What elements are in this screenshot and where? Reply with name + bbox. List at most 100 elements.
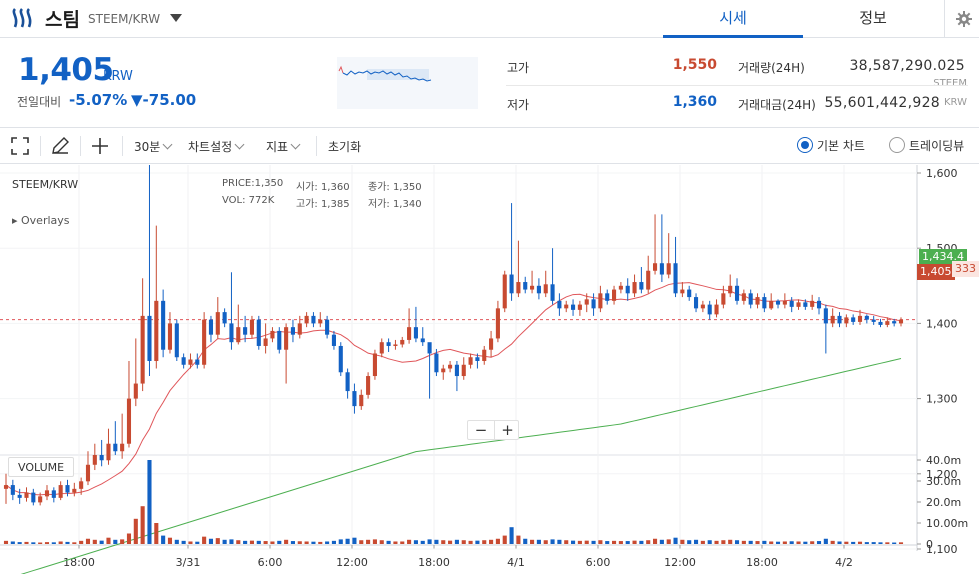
candle-body — [741, 293, 746, 301]
fullscreen-icon[interactable] — [10, 136, 30, 156]
candle-body — [748, 293, 753, 305]
volume-bar — [700, 540, 705, 544]
candle-body — [639, 282, 644, 290]
candle-body — [571, 304, 576, 310]
zoom-in-button[interactable]: + — [494, 421, 520, 439]
candle-body — [577, 304, 582, 310]
volume-bar — [851, 541, 856, 544]
candle-body — [65, 485, 70, 493]
volume-bar — [584, 540, 589, 544]
candle-body — [10, 485, 15, 495]
volume-tick-label: 10.00m — [926, 517, 968, 530]
volume-bar — [427, 539, 432, 544]
x-tick-label: 18:00 — [418, 556, 450, 569]
candle-body — [99, 455, 104, 461]
candle-body — [598, 293, 603, 309]
candle-body — [195, 359, 200, 365]
volume-bar — [202, 536, 207, 544]
x-tick-label: 12:00 — [664, 556, 696, 569]
volume-24h-unit: STEEM — [933, 78, 967, 89]
candle-body — [803, 302, 808, 307]
basic-chart-radio[interactable]: 기본 차트 — [797, 137, 865, 154]
change-rate: -5.07% — [69, 91, 128, 109]
volume-bar — [898, 542, 904, 544]
volume-bar — [400, 541, 405, 544]
volume-bar — [789, 541, 794, 544]
volume-bar — [857, 541, 863, 544]
candle-body — [277, 330, 282, 350]
candle-body — [543, 284, 548, 294]
volume-bar — [290, 541, 295, 544]
reset-button[interactable]: 초기화 — [328, 138, 361, 155]
volume-bar — [407, 539, 412, 544]
tradingview-radio[interactable]: 트레이딩뷰 — [889, 137, 964, 154]
candle-body — [454, 364, 459, 377]
indicators-menu[interactable]: 지표 — [266, 138, 301, 155]
volume-bar — [434, 539, 439, 544]
ohlc-volume: VOL: 772K — [222, 195, 275, 206]
countdown-badge: 333 — [952, 261, 979, 277]
candle-body — [441, 368, 446, 373]
mini-price-chart — [337, 57, 478, 109]
candle-body — [468, 357, 473, 365]
candle-body — [393, 344, 398, 346]
candle-body — [17, 494, 22, 498]
pencil-icon[interactable] — [50, 136, 70, 156]
chart-settings-menu[interactable]: 차트설정 — [188, 138, 245, 155]
volume-bar — [331, 540, 336, 544]
volume-bar — [448, 540, 453, 544]
volume-bar — [167, 537, 173, 544]
volume-bar — [229, 539, 234, 544]
zoom-out-button[interactable]: − — [468, 421, 494, 439]
candle-body — [837, 315, 842, 324]
candle-body — [331, 334, 336, 346]
volume-bar — [249, 540, 255, 544]
candle-body — [646, 270, 651, 290]
candle-body — [58, 485, 63, 498]
x-tick-label: 18:00 — [746, 556, 778, 569]
volume-bar — [243, 540, 248, 544]
volume-bar — [65, 541, 70, 544]
overlays-toggle[interactable]: ▸ Overlays — [12, 214, 70, 227]
candle-body — [666, 263, 671, 275]
candle-body — [762, 297, 767, 309]
candle-body — [208, 319, 214, 335]
settings-button[interactable] — [944, 0, 979, 38]
volume-bar — [762, 540, 767, 544]
volume-bar — [755, 541, 760, 544]
volume-bar — [31, 542, 36, 544]
interval-select[interactable]: 30분 — [134, 138, 173, 155]
candle-body — [249, 319, 255, 335]
volume-bar — [393, 541, 398, 544]
candlestick-chart[interactable]: 18:00 3/31 6:00 12:00 18:00 4/1 6:00 12:00 18:00… — [0, 165, 979, 574]
candle-body — [775, 300, 781, 305]
high-value: 1,550 — [672, 57, 717, 73]
crosshair-icon[interactable] — [90, 136, 110, 156]
candle-body — [823, 308, 828, 324]
volume-24h-value: 38,587,290.025 — [849, 58, 965, 74]
volume-bar — [10, 541, 15, 544]
volume-tick-label: 40.0m — [926, 454, 961, 467]
volume-bar — [161, 535, 166, 544]
volume-bar — [509, 527, 514, 544]
volume-bar — [844, 541, 849, 544]
volume-bar — [598, 540, 603, 544]
volume-bar — [693, 539, 699, 544]
candle-body — [325, 319, 330, 335]
chevron-down-icon — [162, 139, 173, 150]
change-amount: ▼-75.00 — [131, 91, 197, 109]
candle-body — [106, 443, 111, 461]
candle-body — [133, 383, 138, 399]
low-label: 저가 — [507, 98, 530, 112]
tab-quote[interactable]: 시세 — [663, 0, 803, 38]
volume-bar — [256, 540, 261, 544]
volume-bar — [837, 541, 842, 544]
tab-info[interactable]: 정보 — [803, 0, 943, 38]
volume-bar — [85, 538, 91, 544]
amount-24h-unit: KRW — [944, 97, 967, 108]
candle-body — [174, 323, 179, 358]
chevron-down-icon[interactable] — [169, 13, 183, 23]
candle-body — [530, 285, 535, 290]
ohlc-open: 시가: 1,360 — [296, 182, 350, 193]
candle-body — [885, 321, 890, 325]
